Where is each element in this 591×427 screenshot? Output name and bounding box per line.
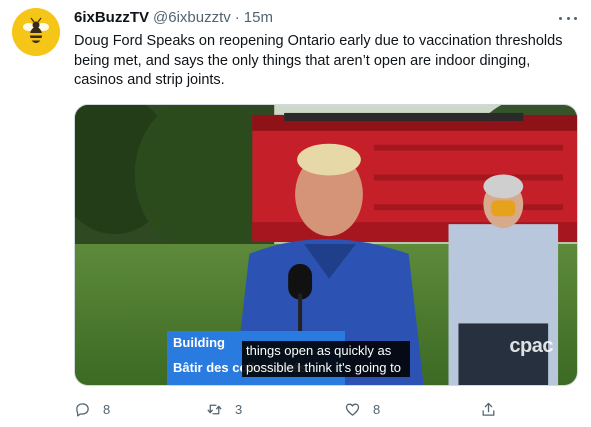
- reply-count: 8: [103, 401, 111, 417]
- lower-third-title: Building: [173, 335, 225, 350]
- like-button[interactable]: 8: [344, 398, 380, 420]
- avatar[interactable]: [12, 8, 60, 56]
- retweet-button[interactable]: 3: [206, 398, 242, 420]
- tweet-header: 6ixBuzzTV @6ixbuzztv · 15m: [74, 8, 577, 28]
- video-media[interactable]: Building Bâtir des collectivités things …: [74, 104, 578, 386]
- display-name[interactable]: 6ixBuzzTV: [74, 8, 149, 28]
- reply-button[interactable]: 8: [74, 398, 110, 420]
- retweet-icon: [207, 404, 222, 414]
- timestamp[interactable]: 15m: [244, 8, 273, 28]
- tweet-text: Doug Ford Speaks on reopening Ontario ea…: [74, 33, 563, 88]
- reply-icon: [76, 402, 89, 417]
- cpac-watermark: cpac: [509, 335, 553, 357]
- share-button[interactable]: [480, 398, 497, 420]
- heart-icon: [345, 403, 360, 416]
- tweet[interactable]: 6ixBuzzTV @6ixbuzztv · 15m Doug Ford Spe…: [0, 0, 591, 427]
- share-icon: [482, 402, 495, 416]
- tweet-actions: 8 3 8: [74, 398, 514, 420]
- video-caption: things open as quickly as possible I thi…: [242, 341, 410, 377]
- bee-logo-icon: [12, 8, 60, 56]
- retweet-count: 3: [235, 401, 243, 417]
- user-handle[interactable]: @6ixbuzztv: [153, 8, 231, 28]
- like-count: 8: [373, 401, 381, 417]
- separator: ·: [234, 9, 240, 26]
- more-dots-icon[interactable]: [559, 10, 577, 26]
